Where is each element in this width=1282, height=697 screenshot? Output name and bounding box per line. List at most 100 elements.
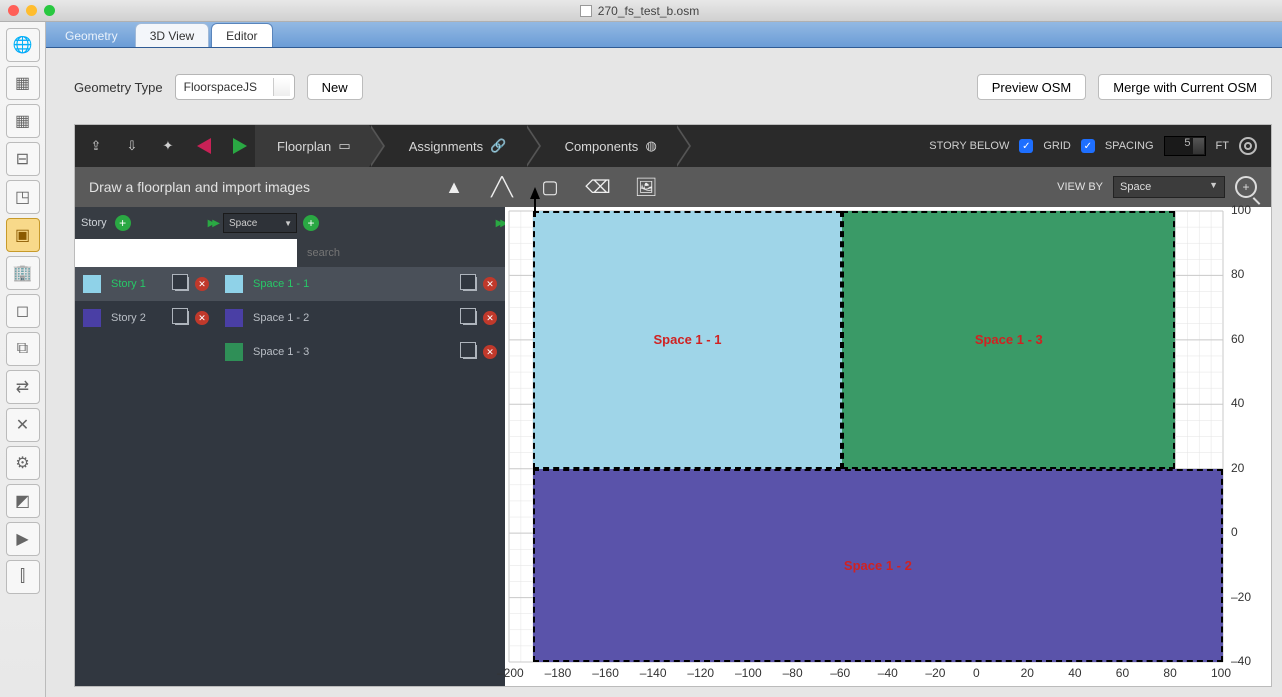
rail-globe-icon[interactable]: 🌐 bbox=[6, 28, 40, 62]
space-type-select[interactable]: Space bbox=[223, 213, 297, 233]
redo-arrow-icon[interactable] bbox=[225, 131, 255, 161]
space-name[interactable]: Space 1 - 3 bbox=[253, 346, 309, 358]
x-tick: –20 bbox=[925, 666, 945, 680]
close-window-button[interactable] bbox=[8, 5, 19, 16]
x-tick: –180 bbox=[545, 666, 572, 680]
space-expand-icon[interactable]: ▶▶ bbox=[496, 218, 505, 229]
merge-osm-button[interactable]: Merge with Current OSM bbox=[1098, 74, 1272, 100]
story-below-checkbox[interactable]: ✓ bbox=[1019, 139, 1033, 153]
export-icon[interactable]: ⇩ bbox=[117, 131, 147, 161]
y-tick: –20 bbox=[1231, 590, 1251, 604]
x-tick: 20 bbox=[1021, 666, 1034, 680]
duplicate-story-icon[interactable] bbox=[175, 277, 189, 291]
zoom-window-button[interactable] bbox=[44, 5, 55, 16]
space-name[interactable]: Space 1 - 1 bbox=[253, 278, 309, 290]
tab-editor[interactable]: Editor bbox=[211, 23, 272, 47]
editor-breadcrumb-bar: ⇪ ⇩ ✦ Floorplan ▭ Assignments 🔗 Compon bbox=[75, 125, 1271, 167]
y-tick: 0 bbox=[1231, 525, 1238, 539]
cursor-tool-icon[interactable]: ▲ bbox=[441, 174, 467, 200]
left-rail: 🌐 ▦ ▦ ⊟ ◳ ▣ 🏢 ◻ ⧉ ⇄ ✕ ⚙ ◩ ▶ ⫿ bbox=[0, 22, 46, 697]
x-tick: –200 bbox=[497, 666, 524, 680]
viewby-select[interactable]: Space bbox=[1113, 176, 1225, 198]
rail-building-icon[interactable]: 🏢 bbox=[6, 256, 40, 290]
gear-icon[interactable] bbox=[1239, 137, 1257, 155]
zone-space-1---3[interactable]: Space 1 - 3 bbox=[842, 211, 1175, 469]
space-swatch bbox=[225, 275, 243, 293]
grid-checkbox[interactable]: ✓ bbox=[1081, 139, 1095, 153]
main-tab-strip: Geometry 3D View Editor bbox=[46, 22, 1282, 48]
story-swatch bbox=[83, 309, 101, 327]
x-tick: –60 bbox=[830, 666, 850, 680]
polyline-tool-icon[interactable]: ╱╲ bbox=[489, 174, 515, 200]
crumb-components[interactable]: Components ◍ bbox=[543, 125, 675, 167]
editor-toolbar: Draw a floorplan and import images ▲ ╱╲ … bbox=[75, 167, 1271, 207]
geometry-type-select[interactable]: FloorspaceJS▴▾ bbox=[175, 74, 295, 100]
floorplan-canvas[interactable]: Space 1 - 1Space 1 - 3Space 1 - 2 –20 0 –1… bbox=[505, 207, 1271, 686]
story-name[interactable]: Story 2 bbox=[111, 312, 146, 324]
rail-play-icon[interactable]: ▶ bbox=[6, 522, 40, 556]
add-story-button[interactable]: + bbox=[115, 215, 131, 231]
preview-osm-button[interactable]: Preview OSM bbox=[977, 74, 1086, 100]
story-name[interactable]: Story 1 bbox=[111, 278, 146, 290]
x-tick: 0 bbox=[973, 666, 980, 680]
x-tick: –120 bbox=[687, 666, 714, 680]
side-lists: Story 1 ✕ Space 1 - 1 ✕ Story 2 ✕ Space … bbox=[75, 267, 505, 686]
story-expand-icon[interactable]: ▶▶ bbox=[208, 218, 217, 229]
rail-cube-icon[interactable]: ◳ bbox=[6, 180, 40, 214]
rail-chart-icon[interactable]: ⫿ bbox=[6, 560, 40, 594]
space-name[interactable]: Space 1 - 2 bbox=[253, 312, 309, 324]
rail-blocks-icon[interactable]: ▦ bbox=[6, 104, 40, 138]
add-space-button[interactable]: + bbox=[303, 215, 319, 231]
rail-floorplan-icon[interactable]: ▣ bbox=[6, 218, 40, 252]
delete-story-icon[interactable]: ✕ bbox=[195, 277, 209, 291]
rail-calendar-icon[interactable]: ▦ bbox=[6, 66, 40, 100]
zone-space-1---1[interactable]: Space 1 - 1 bbox=[533, 211, 842, 469]
x-tick: –40 bbox=[878, 666, 898, 680]
rail-boxes-icon[interactable]: ⧉ bbox=[6, 332, 40, 366]
rail-gear2-icon[interactable]: ⚙ bbox=[6, 446, 40, 480]
rail-wrench-icon[interactable]: ✕ bbox=[6, 408, 40, 442]
x-tick: 40 bbox=[1068, 666, 1081, 680]
rectangle-tool-icon[interactable]: ▢ bbox=[537, 174, 563, 200]
rail-outlet-icon[interactable]: ⊟ bbox=[6, 142, 40, 176]
y-tick: 80 bbox=[1231, 267, 1244, 281]
erase-tool-icon[interactable]: ⌫ bbox=[585, 174, 611, 200]
story-header-label: Story bbox=[81, 217, 107, 229]
duplicate-story-icon[interactable] bbox=[175, 311, 189, 325]
import-icon[interactable]: ⇪ bbox=[81, 131, 111, 161]
y-tick: 100 bbox=[1231, 203, 1251, 217]
delete-space-icon[interactable]: ✕ bbox=[483, 277, 497, 291]
y-tick: 60 bbox=[1231, 332, 1244, 346]
space-search-input[interactable] bbox=[297, 239, 505, 267]
zoom-icon[interactable] bbox=[1235, 176, 1257, 198]
undo-arrow-icon[interactable] bbox=[189, 131, 219, 161]
rail-surface-icon[interactable]: ◩ bbox=[6, 484, 40, 518]
image-tool-icon[interactable]: 🖼 bbox=[633, 174, 659, 200]
delete-space-icon[interactable]: ✕ bbox=[483, 345, 497, 359]
x-tick: –100 bbox=[735, 666, 762, 680]
y-tick: –40 bbox=[1231, 654, 1251, 668]
duplicate-space-icon[interactable] bbox=[463, 277, 477, 291]
tab-geometry[interactable]: Geometry bbox=[50, 23, 133, 47]
editor-hint: Draw a floorplan and import images bbox=[89, 179, 419, 195]
spacing-input[interactable]: 5 bbox=[1164, 136, 1206, 156]
duplicate-space-icon[interactable] bbox=[463, 311, 477, 325]
crumb-assignments[interactable]: Assignments 🔗 bbox=[387, 125, 525, 167]
grid-label: GRID bbox=[1043, 140, 1071, 152]
tab-3dview[interactable]: 3D View bbox=[135, 23, 209, 47]
x-tick: 100 bbox=[1211, 666, 1231, 680]
y-tick: 20 bbox=[1231, 461, 1244, 475]
zone-space-1---2[interactable]: Space 1 - 2 bbox=[533, 469, 1223, 662]
rail-swap-icon[interactable]: ⇄ bbox=[6, 370, 40, 404]
story-swatch bbox=[83, 275, 101, 293]
minimize-window-button[interactable] bbox=[26, 5, 37, 16]
crumb-floorplan[interactable]: Floorplan ▭ bbox=[255, 125, 369, 167]
delete-story-icon[interactable]: ✕ bbox=[195, 311, 209, 325]
settings-gears-icon[interactable]: ✦ bbox=[153, 131, 183, 161]
new-button[interactable]: New bbox=[307, 74, 363, 100]
space-swatch bbox=[225, 343, 243, 361]
story-below-label: STORY BELOW bbox=[929, 140, 1009, 152]
rail-box-icon[interactable]: ◻ bbox=[6, 294, 40, 328]
duplicate-space-icon[interactable] bbox=[463, 345, 477, 359]
delete-space-icon[interactable]: ✕ bbox=[483, 311, 497, 325]
